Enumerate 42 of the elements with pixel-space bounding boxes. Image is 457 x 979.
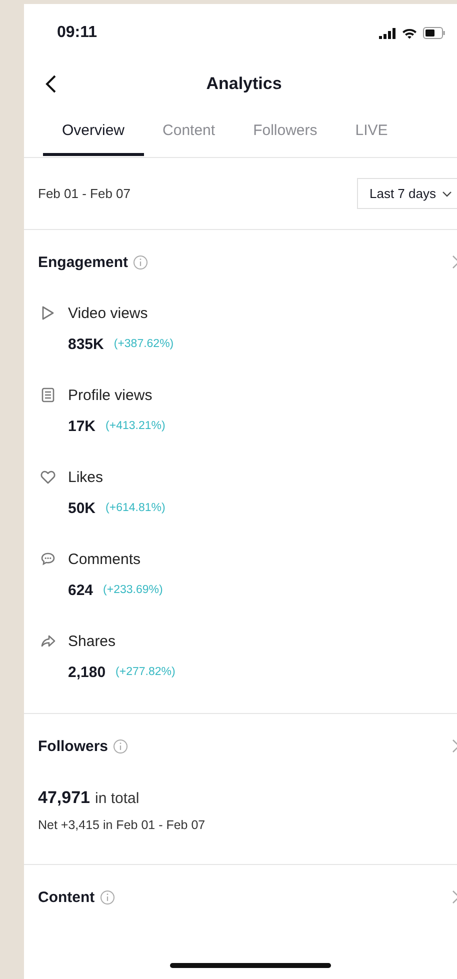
page-title: Analytics — [206, 74, 282, 94]
section-title: Followers — [38, 738, 108, 754]
back-icon[interactable] — [45, 74, 57, 94]
tab[interactable]: Content — [144, 105, 234, 156]
metric-value: 17K — [68, 418, 96, 434]
tab[interactable]: LIVE — [336, 105, 407, 156]
metric-label: Likes — [68, 468, 104, 486]
wifi-icon — [402, 28, 417, 38]
section-title: Content — [38, 888, 95, 906]
metric-label: Comments — [68, 550, 141, 568]
info-icon — [113, 738, 128, 754]
metric-label: Shares — [68, 632, 116, 650]
chat-bubble-icon — [40, 551, 56, 567]
metric-label: Video views — [68, 304, 148, 322]
document-icon — [40, 387, 56, 403]
metric-value: 835K — [68, 336, 104, 352]
section-title: Engagement — [38, 254, 128, 270]
follower-total: 47,971 — [38, 788, 90, 808]
share-arrow-icon — [40, 633, 56, 649]
metric-change: (+387.62%) — [114, 338, 174, 350]
period-dropdown[interactable]: Last 7 days — [356, 178, 457, 209]
metric-change: (+614.81%) — [106, 502, 166, 514]
date-range: Feb 01 - Feb 07 — [38, 186, 130, 201]
metric-value: 624 — [68, 582, 94, 598]
play-icon — [40, 305, 56, 321]
battery-icon — [423, 27, 445, 39]
metric-change: (+233.69%) — [103, 584, 163, 596]
info-icon — [133, 254, 148, 270]
total-label: in total — [95, 790, 140, 806]
metric-label: Profile views — [68, 386, 152, 404]
metric-change: (+413.21%) — [106, 420, 166, 432]
heart-icon — [40, 469, 56, 485]
net-change: Net +3,415 in Feb 01 - Feb 07 — [38, 817, 206, 834]
tab[interactable]: Followers — [234, 105, 336, 156]
caret-icon — [442, 190, 452, 196]
signal-icon — [379, 28, 396, 38]
tab[interactable]: Overview — [43, 105, 144, 156]
metric-value: 2,180 — [68, 664, 106, 680]
metric-value: 50K — [68, 500, 96, 516]
status-time: 09:11 — [57, 24, 98, 42]
info-icon — [100, 890, 115, 904]
metric-change: (+277.82%) — [116, 666, 176, 678]
